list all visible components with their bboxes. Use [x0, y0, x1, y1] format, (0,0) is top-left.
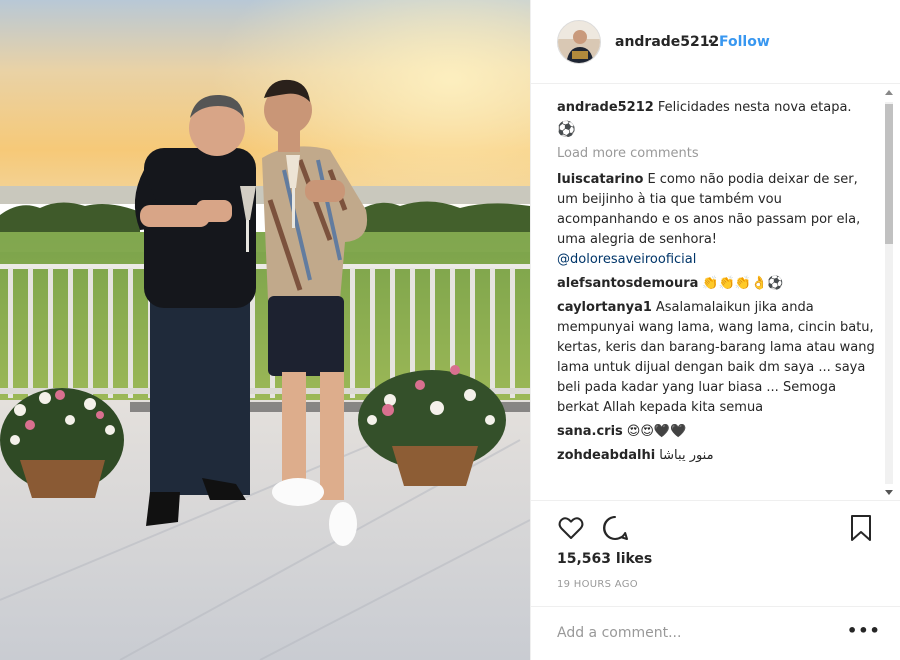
comment-item: luiscatarino E como não podia deixar de s… — [557, 170, 879, 270]
more-options-icon[interactable]: ••• — [847, 621, 881, 640]
author-avatar[interactable] — [557, 20, 601, 64]
avatar-image — [558, 21, 600, 63]
caption-text: Felicidades nesta nova etapa. — [657, 100, 852, 115]
add-comment-input[interactable] — [557, 623, 827, 643]
actions-divider — [531, 500, 900, 502]
scroll-track[interactable] — [885, 102, 893, 484]
comments-scrollbar[interactable] — [883, 90, 895, 498]
load-more-comments-button[interactable]: Load more comments — [557, 144, 879, 164]
post-header: andrade5212 • Follow — [531, 0, 900, 84]
soccer-ball-icon: ⚽ — [557, 120, 576, 138]
caption-username[interactable]: andrade5212 — [557, 100, 654, 115]
follow-button[interactable]: Follow — [719, 34, 770, 50]
scroll-up-arrow-icon[interactable] — [885, 90, 893, 95]
comment-username[interactable]: sana.cris — [557, 424, 623, 439]
scroll-down-arrow-icon[interactable] — [885, 490, 893, 495]
comments-list: andrade5212 Felicidades nesta nova etapa.… — [557, 98, 879, 498]
comment-text: 😍😍🖤🖤 — [626, 424, 687, 439]
comment-item: sana.cris 😍😍🖤🖤 — [557, 422, 879, 442]
comment-username[interactable]: alefsantosdemoura — [557, 276, 698, 291]
post-photo[interactable] — [0, 0, 530, 660]
bookmark-icon[interactable] — [849, 514, 873, 542]
photo-illustration — [0, 0, 530, 660]
comment-username[interactable]: luiscatarino — [557, 172, 643, 187]
comment-item: alefsantosdemoura 👏👏👏👌⚽ — [557, 274, 879, 294]
comment-bubble-icon[interactable] — [601, 514, 629, 542]
comment-text: Asalamalaikun jika anda mempunyai wang l… — [557, 300, 875, 415]
comment-item: caylortanya1 Asalamalaikun jika anda memp… — [557, 298, 879, 418]
heart-icon[interactable] — [557, 514, 585, 542]
caption: andrade5212 Felicidades nesta nova etapa.… — [557, 98, 879, 140]
author-username[interactable]: andrade5212 — [615, 34, 719, 50]
add-comment-bar: ••• — [531, 606, 900, 660]
comment-mention-link[interactable]: @doloresaveirooficial — [557, 250, 879, 270]
post-timestamp: 19 HOURS AGO — [557, 579, 638, 590]
scroll-thumb[interactable] — [885, 104, 893, 244]
header-separator: • — [707, 35, 715, 49]
comment-text: منور يباشا — [659, 448, 714, 463]
comment-username[interactable]: zohdeabdalhi — [557, 448, 655, 463]
likes-count[interactable]: 15,563 likes — [557, 551, 652, 567]
comment-username[interactable]: caylortanya1 — [557, 300, 652, 315]
post-detail-panel: andrade5212 • Follow andrade5212 Felicida… — [530, 0, 900, 660]
comment-item: zohdeabdalhi منور يباشا — [557, 446, 879, 466]
comment-text: 👏👏👏👌⚽ — [702, 276, 784, 291]
